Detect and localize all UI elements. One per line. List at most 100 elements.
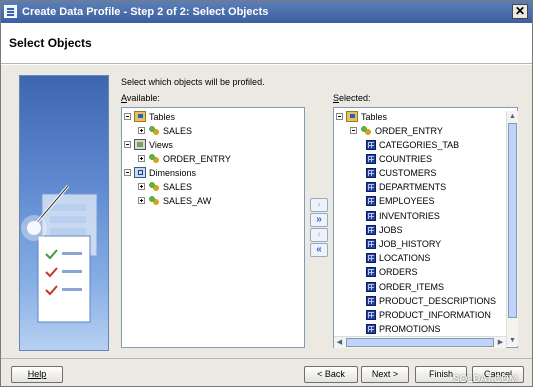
- table-row[interactable]: JOBS: [366, 223, 403, 236]
- table-icon: [366, 182, 376, 193]
- table-icon: [366, 153, 376, 164]
- table-icon: [366, 253, 376, 264]
- table-row[interactable]: INVENTORIES: [366, 209, 440, 222]
- schema-icon: [148, 153, 160, 164]
- collapse-icon[interactable]: [124, 113, 131, 120]
- table-icon: [366, 167, 376, 178]
- tree-node-tables[interactable]: Tables: [336, 110, 387, 123]
- schema-icon: [148, 181, 160, 192]
- table-label: CUSTOMERS: [379, 167, 437, 178]
- collapse-icon[interactable]: [350, 127, 357, 134]
- tree-node-order-entry[interactable]: ORDER_ENTRY: [350, 124, 443, 137]
- table-row[interactable]: ORDERS: [366, 266, 418, 279]
- table-row[interactable]: JOB_HISTORY: [366, 237, 441, 250]
- scroll-down-icon[interactable]: ▼: [507, 335, 518, 346]
- title-bar: Create Data Profile - Step 2 of 2: Selec…: [1, 1, 532, 23]
- expand-icon[interactable]: [138, 183, 145, 190]
- tree-node-label: Tables: [149, 111, 176, 122]
- wizard-illustration: [19, 75, 109, 351]
- move-all-button[interactable]: »: [310, 213, 328, 227]
- dialog-window: Create Data Profile - Step 2 of 2: Selec…: [0, 0, 533, 387]
- help-button[interactable]: Help: [11, 366, 63, 383]
- tree-node-label: SALES_AW: [163, 195, 212, 206]
- back-button[interactable]: < Back: [304, 366, 358, 383]
- scroll-left-icon[interactable]: ◀: [334, 337, 345, 348]
- table-icon: [366, 295, 376, 306]
- table-row[interactable]: COUNTRIES: [366, 152, 432, 165]
- table-icon: [366, 324, 376, 335]
- tree-node-label: ORDER_ENTRY: [163, 153, 231, 164]
- tree-node-label: Views: [149, 139, 173, 150]
- step-header: Select Objects: [1, 23, 532, 64]
- tree-node-label: Tables: [361, 111, 388, 122]
- table-row[interactable]: ORDER_ITEMS: [366, 280, 444, 293]
- collapse-icon[interactable]: [336, 113, 343, 120]
- table-icon: [366, 139, 376, 150]
- table-row[interactable]: PROMOTIONS: [366, 323, 441, 336]
- instruction-text: Select which objects will be profiled.: [121, 77, 265, 87]
- tree-node-sales-dim[interactable]: SALES: [138, 180, 192, 193]
- selected-horizontal-scrollbar[interactable]: ◀ ▶: [334, 336, 506, 348]
- table-icon: [366, 309, 376, 320]
- scroll-thumb[interactable]: [508, 123, 517, 318]
- views-icon: [134, 139, 146, 150]
- folder-icon: [346, 111, 358, 122]
- available-tree[interactable]: Tables SALES Views ORDER_ENTRY Dimension…: [121, 107, 305, 348]
- scroll-right-icon[interactable]: ▶: [495, 337, 506, 348]
- selected-vertical-scrollbar[interactable]: ▲ ▼: [506, 111, 518, 346]
- tree-node-sales[interactable]: SALES: [138, 124, 192, 137]
- table-label: PRODUCT_INFORMATION: [379, 309, 491, 320]
- table-label: JOBS: [379, 224, 403, 235]
- dimensions-icon: [134, 167, 146, 178]
- table-icon: [366, 267, 376, 278]
- table-label: LOCATIONS: [379, 253, 431, 264]
- tree-node-label: Dimensions: [149, 167, 197, 178]
- app-icon: [4, 5, 17, 18]
- table-icon: [366, 238, 376, 249]
- available-label: Available:: [121, 93, 160, 103]
- selected-tree[interactable]: Tables ORDER_ENTRY CATEGORIES_TAB COUNTRI…: [333, 107, 518, 348]
- tree-node-order-entry[interactable]: ORDER_ENTRY: [138, 152, 231, 165]
- collapse-icon[interactable]: [124, 169, 131, 176]
- table-label: CATEGORIES_TAB: [379, 139, 460, 150]
- table-label: PRODUCT_DESCRIPTIONS: [379, 295, 497, 306]
- schema-icon: [148, 125, 160, 136]
- scroll-up-icon[interactable]: ▲: [507, 111, 518, 122]
- move-selected-button[interactable]: ›: [310, 198, 328, 212]
- expand-icon[interactable]: [138, 197, 145, 204]
- table-row[interactable]: PRODUCT_DESCRIPTIONS: [366, 294, 496, 307]
- remove-selected-button[interactable]: ‹: [310, 228, 328, 242]
- expand-icon[interactable]: [138, 127, 145, 134]
- scroll-thumb[interactable]: [346, 338, 494, 347]
- table-label: COUNTRIES: [379, 153, 433, 164]
- table-icon: [366, 210, 376, 221]
- tree-node-label: SALES: [163, 125, 193, 136]
- selected-label-text: elected:: [339, 93, 371, 103]
- next-button[interactable]: Next >: [361, 366, 409, 383]
- table-label: ORDER_ITEMS: [379, 281, 445, 292]
- tree-node-label: ORDER_ENTRY: [375, 125, 443, 136]
- tree-node-label: SALES: [163, 181, 193, 192]
- table-row[interactable]: CATEGORIES_TAB: [366, 138, 459, 151]
- tree-node-dimensions[interactable]: Dimensions: [124, 166, 196, 179]
- table-row[interactable]: EMPLOYEES: [366, 195, 435, 208]
- selected-label: Selected:: [333, 93, 371, 103]
- watermark: SOLDAT.COM: [453, 374, 518, 385]
- expand-icon[interactable]: [138, 155, 145, 162]
- available-label-text: vailable:: [126, 93, 160, 103]
- tree-node-tables[interactable]: Tables: [124, 110, 175, 123]
- tree-node-views[interactable]: Views: [124, 138, 173, 151]
- help-button-label: Help: [27, 369, 47, 379]
- schema-icon: [148, 195, 160, 206]
- remove-all-button[interactable]: «: [310, 243, 328, 257]
- table-row[interactable]: LOCATIONS: [366, 252, 430, 265]
- collapse-icon[interactable]: [124, 141, 131, 148]
- table-row[interactable]: DEPARTMENTS: [366, 181, 446, 194]
- close-button[interactable]: ✕: [512, 4, 528, 19]
- table-row[interactable]: CUSTOMERS: [366, 166, 436, 179]
- header-divider: [1, 64, 532, 65]
- table-row[interactable]: PRODUCT_INFORMATION: [366, 308, 491, 321]
- tree-node-sales-aw[interactable]: SALES_AW: [138, 194, 211, 207]
- table-icon: [366, 281, 376, 292]
- window-title: Create Data Profile - Step 2 of 2: Selec…: [22, 6, 269, 18]
